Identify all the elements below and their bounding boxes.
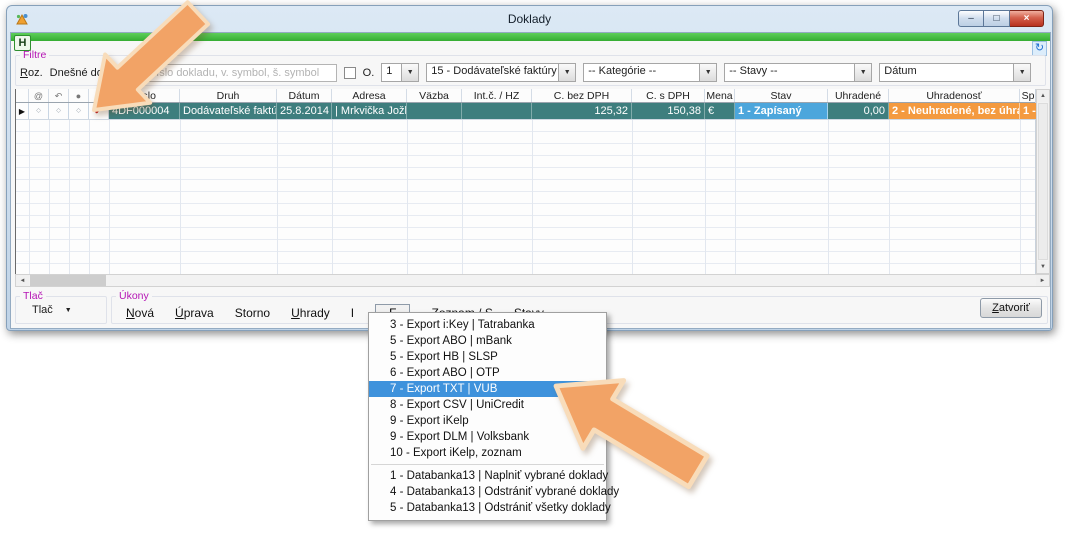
table-header-row: @ ↶ ● 1 Číslo Druh Dátum Adresa Väzba In… [16,89,1035,103]
menu-item[interactable]: 5 - Databanka13 | Odstrániť všetky dokla… [369,500,606,516]
vertical-scrollbar[interactable]: ▲ ▼ [1036,89,1050,274]
row-attachment-mark: ◇ [29,103,49,119]
cell-uhradenost-badge: 2 - Neuhradené, bez úhrad [889,103,1020,119]
category-select[interactable]: -- Kategórie -- ▼ [583,63,717,82]
maximize-icon[interactable]: □ [984,10,1010,27]
header-selector [16,89,29,102]
header-druh[interactable]: Druh [180,89,277,102]
filters-group: Filtre Roz. Dnešné doklady O. 1 ▼ 15 - D… [15,49,1046,86]
horizontal-scroll-thumb[interactable] [30,275,106,286]
header-vazba[interactable]: Väzba [407,89,462,102]
menu-item[interactable]: 10 - Export iKelp, zoznam [369,445,606,461]
header-sp[interactable]: Sp [1020,89,1037,102]
chevron-down-icon[interactable]: ▼ [558,64,575,81]
header-uhradenost[interactable]: Uhradenosť [889,89,1020,102]
cell-mena: € [705,103,735,119]
preset-filter[interactable]: Dnešné doklady [50,67,138,79]
actions-group-label: Úkony [116,290,152,302]
cell-sp: 1 - [1020,103,1037,119]
header-datum[interactable]: Dátum [277,89,332,102]
header-c-bez-dph[interactable]: C. bez DPH [532,89,632,102]
empty-grid-area [16,120,1035,274]
titlebar: Doklady – □ × [7,6,1052,32]
cell-uhradene: 0,00 [828,103,889,119]
edit-button[interactable]: Úprava [175,306,214,320]
close-icon[interactable]: × [1010,10,1044,27]
search-input[interactable] [145,64,337,82]
close-window-button[interactable]: Zatvoriť [980,298,1042,318]
chevron-down-icon[interactable]: ▼ [401,64,418,81]
menu-item[interactable]: 6 - Export ABO | OTP [369,365,606,381]
header-c-s-dph[interactable]: C. s DPH [632,89,705,102]
cell-c-s-dph: 150,38 [632,103,705,119]
page: Doklady – □ × H ↻ Filtre Roz. Dnešné dok… [0,0,1066,537]
new-button[interactable]: Nová [126,306,154,320]
print-group: Tlač Tlač ▼ [15,290,107,324]
row-note-mark: ◇ [69,103,89,119]
menu-item[interactable]: 9 - Export iKelp [369,413,606,429]
roz-link[interactable]: Roz. [20,67,43,79]
scroll-up-icon[interactable]: ▲ [1037,90,1049,102]
h-button[interactable]: H [14,35,31,51]
green-status-bar [11,33,1050,41]
date-select[interactable]: Dátum ▼ [879,63,1031,82]
payments-button[interactable]: Uhrady [291,306,330,320]
menu-item[interactable]: 5 - Export HB | SLSP [369,349,606,365]
cell-int-hz [462,103,532,119]
o-checkbox-label: O. [363,67,375,79]
scroll-down-icon[interactable]: ▼ [1037,261,1049,273]
minimize-icon[interactable]: – [958,10,984,27]
storno-button[interactable]: Storno [235,306,270,320]
menu-item[interactable]: 8 - Export CSV | UniCredit [369,397,606,413]
cell-cislo: 4DF000004 [109,103,180,119]
menu-item-selected[interactable]: 7 - Export TXT | VUB [369,381,606,397]
cell-stav-badge: 1 - Zapísaný [735,103,828,119]
attachment-icon[interactable]: @ [29,89,49,102]
header-cislo[interactable]: Číslo [109,89,180,102]
header-uhradene[interactable]: Uhradené [828,89,889,102]
header-mena[interactable]: Mena [705,89,735,102]
export-context-menu: 3 - Export i:Key | Tatrabanka 5 - Export… [368,312,607,521]
doc-type-select[interactable]: 15 - Dodávateľské faktúry ▼ [426,63,576,82]
doklady-window: Doklady – □ × H ↻ Filtre Roz. Dnešné dok… [6,5,1053,331]
chevron-down-icon: ▼ [65,307,72,314]
cell-c-bez-dph: 125,32 [532,103,632,119]
i-button[interactable]: I [351,306,354,320]
cell-adresa: | Mrkvička Jožko [332,103,407,119]
print-group-label: Tlač [20,290,46,302]
scroll-right-icon[interactable]: ► [1036,275,1049,286]
scroll-left-icon[interactable]: ◄ [16,275,29,286]
header-adresa[interactable]: Adresa [332,89,407,102]
states-select[interactable]: -- Stavy -- ▼ [724,63,872,82]
cell-datum: 25.8.2014 [277,103,332,119]
vertical-scroll-thumb[interactable] [1038,103,1048,260]
menu-separator [371,464,604,465]
row-check-icon: ✔ [89,103,109,119]
menu-item[interactable]: 3 - Export i:Key | Tatrabanka [369,317,606,333]
undo-icon[interactable]: ↶ [49,89,69,102]
menu-item[interactable]: 4 - Databanka13 | Odstrániť vybrané dokl… [369,484,606,500]
note-icon[interactable]: ● [69,89,89,102]
chevron-down-icon[interactable]: ▼ [1013,64,1030,81]
window-title: Doklady [7,12,1052,26]
number-select[interactable]: 1 ▼ [381,63,419,82]
header-stav[interactable]: Stav [735,89,828,102]
cell-druh: Dodávateľské faktúry [180,103,277,119]
header-one[interactable]: 1 [89,89,109,102]
row-undo-mark: ◇ [49,103,69,119]
header-int-hz[interactable]: Int.č. / HZ [462,89,532,102]
chevron-down-icon[interactable]: ▼ [699,64,716,81]
menu-item[interactable]: 9 - Export DLM | Volksbank [369,429,606,445]
documents-table: @ ↶ ● 1 Číslo Druh Dátum Adresa Väzba In… [15,89,1036,274]
row-selector-icon: ▶ [16,103,29,119]
chevron-down-icon[interactable]: ▼ [854,64,871,81]
client-area: H ↻ Filtre Roz. Dnešné doklady O. 1 ▼ 15… [10,32,1051,329]
table-row[interactable]: ▶ ◇ ◇ ◇ ✔ 4DF000004 Dodávateľské faktúry… [16,103,1035,120]
menu-item[interactable]: 5 - Export ABO | mBank [369,333,606,349]
menu-item[interactable]: 1 - Databanka13 | Naplniť vybrané doklad… [369,468,606,484]
horizontal-scrollbar[interactable]: ◄ ► [15,274,1050,287]
cell-vazba [407,103,462,119]
o-checkbox[interactable] [344,67,356,79]
print-button[interactable]: Tlač ▼ [16,302,106,316]
